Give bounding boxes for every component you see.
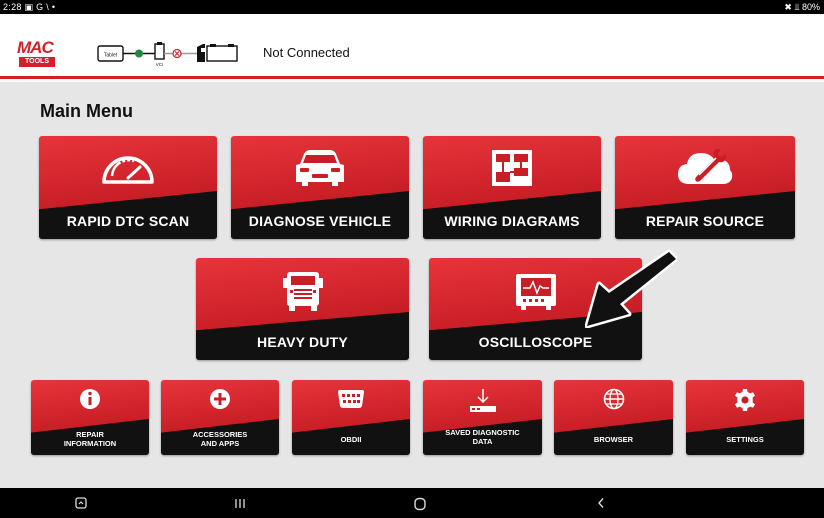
tile-repair-information[interactable]: REPAIR INFORMATION	[31, 380, 149, 455]
logo-text-bottom: TOOLS	[19, 57, 55, 67]
mac-tools-logo: MAC TOOLS	[17, 38, 57, 72]
tile-label: BROWSER	[554, 435, 673, 444]
status-left: 2:28 ▣ G \ •	[3, 0, 55, 14]
tile-label: RAPID DTC SCAN	[66, 213, 190, 229]
back-icon[interactable]	[596, 497, 606, 509]
tile-saved-diagnostic-data[interactable]: SAVED DIAGNOSTIC DATA	[423, 380, 542, 455]
android-nav-bar	[0, 488, 824, 518]
cloud-wrench-icon	[678, 149, 733, 184]
tile-label-line1: OBDII	[340, 435, 362, 444]
diagram-tablet-label: Tablet	[104, 53, 118, 59]
tile-label-line2: AND APPS	[200, 439, 240, 448]
tile-label-line1: SETTINGS	[726, 435, 764, 444]
status-bar: 2:28 ▣ G \ • ✖ ⫫ 80%	[0, 0, 824, 14]
diagram-vci-label: VCI	[156, 62, 164, 67]
gear-icon	[735, 389, 755, 411]
tile-label: WIRING DIAGRAMS	[444, 213, 580, 229]
plus-circle-icon	[210, 389, 230, 409]
tile-label: HEAVY DUTY	[257, 334, 348, 350]
tile-label-line2: DATA	[472, 437, 493, 446]
tile-label: OBDII	[292, 435, 410, 444]
tile-label-line1: ACCESSORIES	[192, 430, 248, 439]
screenshot-icon[interactable]	[75, 497, 87, 509]
wiring-diagram-icon	[492, 150, 532, 186]
obd-connector-icon	[338, 390, 364, 408]
tile-wiring-diagrams[interactable]: WIRING DIAGRAMS	[423, 136, 601, 239]
oscilloscope-icon	[515, 274, 556, 310]
tile-label: DIAGNOSE VEHICLE	[248, 213, 392, 229]
tile-repair-source[interactable]: REPAIR SOURCE	[615, 136, 795, 239]
info-icon	[80, 389, 100, 409]
tile-diagnose-vehicle[interactable]: DIAGNOSE VEHICLE	[231, 136, 409, 239]
annotation-arrow-icon	[585, 249, 677, 328]
download-icon	[469, 389, 496, 412]
tile-heavy-duty[interactable]: HEAVY DUTY	[196, 258, 409, 360]
tile-label-line1: SAVED DIAGNOSTIC	[445, 428, 520, 437]
tile-accessories-and-apps[interactable]: ACCESSORIES AND APPS	[161, 380, 279, 455]
car-icon	[296, 150, 344, 186]
tile-label: SAVED DIAGNOSTIC DATA	[423, 428, 542, 446]
tile-settings[interactable]: SETTINGS	[686, 380, 804, 455]
tile-browser[interactable]: BROWSER	[554, 380, 673, 455]
page-title: Main Menu	[40, 101, 133, 121]
status-right: ✖ ⫫ 80%	[784, 2, 820, 12]
speedometer-icon	[102, 156, 154, 184]
recent-apps-icon[interactable]	[234, 497, 246, 509]
tile-label: REPAIR INFORMATION	[31, 430, 149, 448]
globe-icon	[603, 388, 624, 410]
tile-label-line1: BROWSER	[593, 435, 634, 444]
logo-text-top: MAC	[17, 38, 54, 57]
tile-label: REPAIR SOURCE	[645, 213, 765, 229]
tile-rapid-dtc-scan[interactable]: RAPID DTC SCAN	[39, 136, 217, 239]
connection-status: Not Connected	[263, 45, 350, 60]
home-icon[interactable]	[413, 497, 427, 511]
connection-diagram-icon: Tablet VCI	[97, 42, 238, 67]
tile-label-line2: INFORMATION	[63, 439, 117, 448]
status-time: 2:28	[3, 2, 22, 12]
tile-label-line1: REPAIR	[76, 430, 104, 439]
tile-obdii[interactable]: OBDII	[292, 380, 410, 455]
tile-label: ACCESSORIES AND APPS	[161, 430, 279, 448]
truck-icon	[282, 272, 323, 311]
tile-label: OSCILLOSCOPE	[478, 334, 593, 350]
tile-label: SETTINGS	[686, 435, 804, 444]
status-icons: ▣ G \ •	[24, 2, 56, 12]
